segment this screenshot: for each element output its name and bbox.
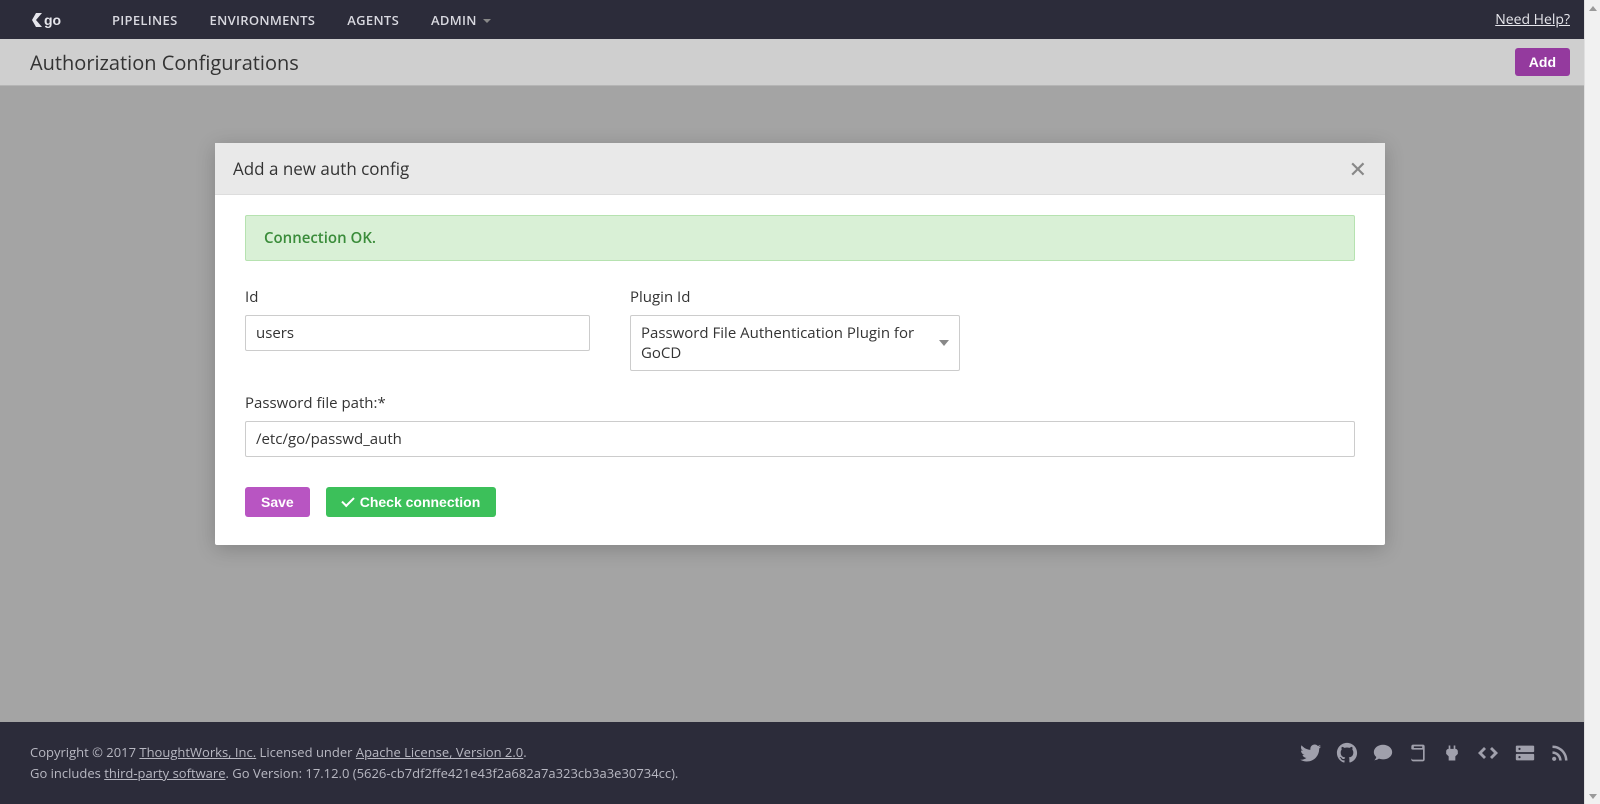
id-field-group: Id — [245, 287, 590, 371]
plugin-select[interactable]: Password File Authentication Plugin for … — [630, 315, 960, 371]
check-icon — [341, 493, 354, 506]
add-button[interactable]: Add — [1515, 48, 1570, 76]
plugin-selected-value: Password File Authentication Plugin for … — [641, 323, 939, 363]
modal-header: Add a new auth config ✕ — [215, 143, 1385, 195]
check-connection-button[interactable]: Check connection — [326, 487, 497, 517]
plugin-icon[interactable] — [1442, 743, 1462, 763]
logo[interactable]: go — [30, 10, 62, 30]
third-party-link[interactable]: third-party software — [104, 764, 225, 782]
nav-environments[interactable]: ENVIRONMENTS — [210, 11, 316, 29]
footer-version: . Go Version: 17.12.0 (5626-cb7df2ffe421… — [226, 764, 679, 782]
save-button[interactable]: Save — [245, 487, 310, 517]
modal-body: Connection OK. Id Plugin Id Password Fil… — [215, 195, 1385, 545]
footer-icons — [1300, 742, 1570, 764]
plugin-field-group: Plugin Id Password File Authentication P… — [630, 287, 960, 371]
path-label: Password file path:* — [245, 393, 1355, 413]
nav-agents[interactable]: AGENTS — [347, 11, 399, 29]
connection-status: Connection OK. — [245, 215, 1355, 261]
github-icon[interactable] — [1336, 742, 1358, 764]
check-connection-label: Check connection — [360, 494, 481, 510]
auth-config-modal: Add a new auth config ✕ Connection OK. I… — [215, 143, 1385, 545]
modal-title: Add a new auth config — [233, 157, 409, 180]
footer-period: . — [523, 743, 526, 761]
top-nav: go PIPELINES ENVIRONMENTS AGENTS ADMIN N… — [0, 0, 1600, 39]
rss-icon[interactable] — [1550, 743, 1570, 763]
close-icon[interactable]: ✕ — [1349, 158, 1367, 180]
password-path-input[interactable] — [245, 421, 1355, 457]
footer-line2-prefix: Go includes — [30, 764, 104, 782]
footer-text: Copyright © 2017 ThoughtWorks, Inc. Lice… — [30, 742, 678, 784]
path-field-group: Password file path:* — [245, 393, 1355, 457]
nav-admin[interactable]: ADMIN — [431, 11, 491, 29]
footer-licensed-text: Licensed under — [256, 743, 356, 761]
scroll-down-button[interactable] — [1585, 788, 1600, 804]
id-input[interactable] — [245, 315, 590, 351]
id-label: Id — [245, 287, 590, 307]
need-help-link[interactable]: Need Help? — [1495, 10, 1570, 29]
server-icon[interactable] — [1514, 743, 1536, 763]
footer-copyright-prefix: Copyright © 2017 — [30, 743, 139, 761]
scroll-up-button[interactable] — [1585, 0, 1600, 16]
nav-pipelines[interactable]: PIPELINES — [112, 11, 178, 29]
page-header: Authorization Configurations Add — [0, 39, 1600, 86]
apache-license-link[interactable]: Apache License, Version 2.0 — [356, 743, 523, 761]
thoughtworks-link[interactable]: ThoughtWorks, Inc. — [139, 743, 256, 761]
svg-text:go: go — [44, 12, 61, 28]
api-icon[interactable] — [1476, 743, 1500, 763]
book-icon[interactable] — [1408, 743, 1428, 763]
twitter-icon[interactable] — [1300, 742, 1322, 764]
chevron-down-icon — [939, 340, 949, 346]
footer: Copyright © 2017 ThoughtWorks, Inc. Lice… — [0, 722, 1600, 804]
page-content: Add a new auth config ✕ Connection OK. I… — [0, 86, 1600, 722]
chat-icon[interactable] — [1372, 742, 1394, 764]
plugin-label: Plugin Id — [630, 287, 960, 307]
vertical-scrollbar[interactable] — [1584, 0, 1600, 804]
page-title: Authorization Configurations — [30, 49, 299, 76]
nav-links: PIPELINES ENVIRONMENTS AGENTS ADMIN — [112, 11, 491, 29]
